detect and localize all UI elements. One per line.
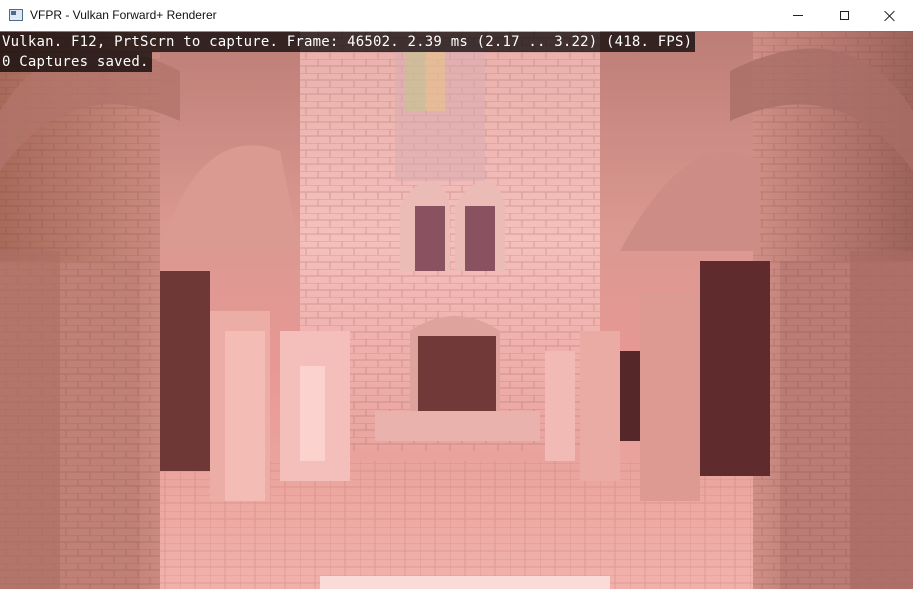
maximize-button[interactable] xyxy=(821,0,867,31)
minimize-icon xyxy=(793,15,803,16)
close-icon xyxy=(884,10,896,22)
maximize-icon xyxy=(839,11,849,20)
frame-stats-text: Vulkan. F12, PrtScrn to capture. Frame: … xyxy=(0,32,696,52)
rendered-scene xyxy=(0,31,913,589)
captures-status-text: 0 Captures saved. xyxy=(0,52,152,72)
render-viewport[interactable]: Vulkan. F12, PrtScrn to capture. Frame: … xyxy=(0,31,913,589)
app-window: VFPR - Vulkan Forward+ Renderer Vulkan. … xyxy=(0,0,913,589)
minimize-button[interactable] xyxy=(775,0,821,31)
window-title: VFPR - Vulkan Forward+ Renderer xyxy=(30,8,217,22)
app-icon xyxy=(9,9,23,21)
title-bar[interactable]: VFPR - Vulkan Forward+ Renderer xyxy=(0,0,913,31)
close-button[interactable] xyxy=(867,0,913,31)
